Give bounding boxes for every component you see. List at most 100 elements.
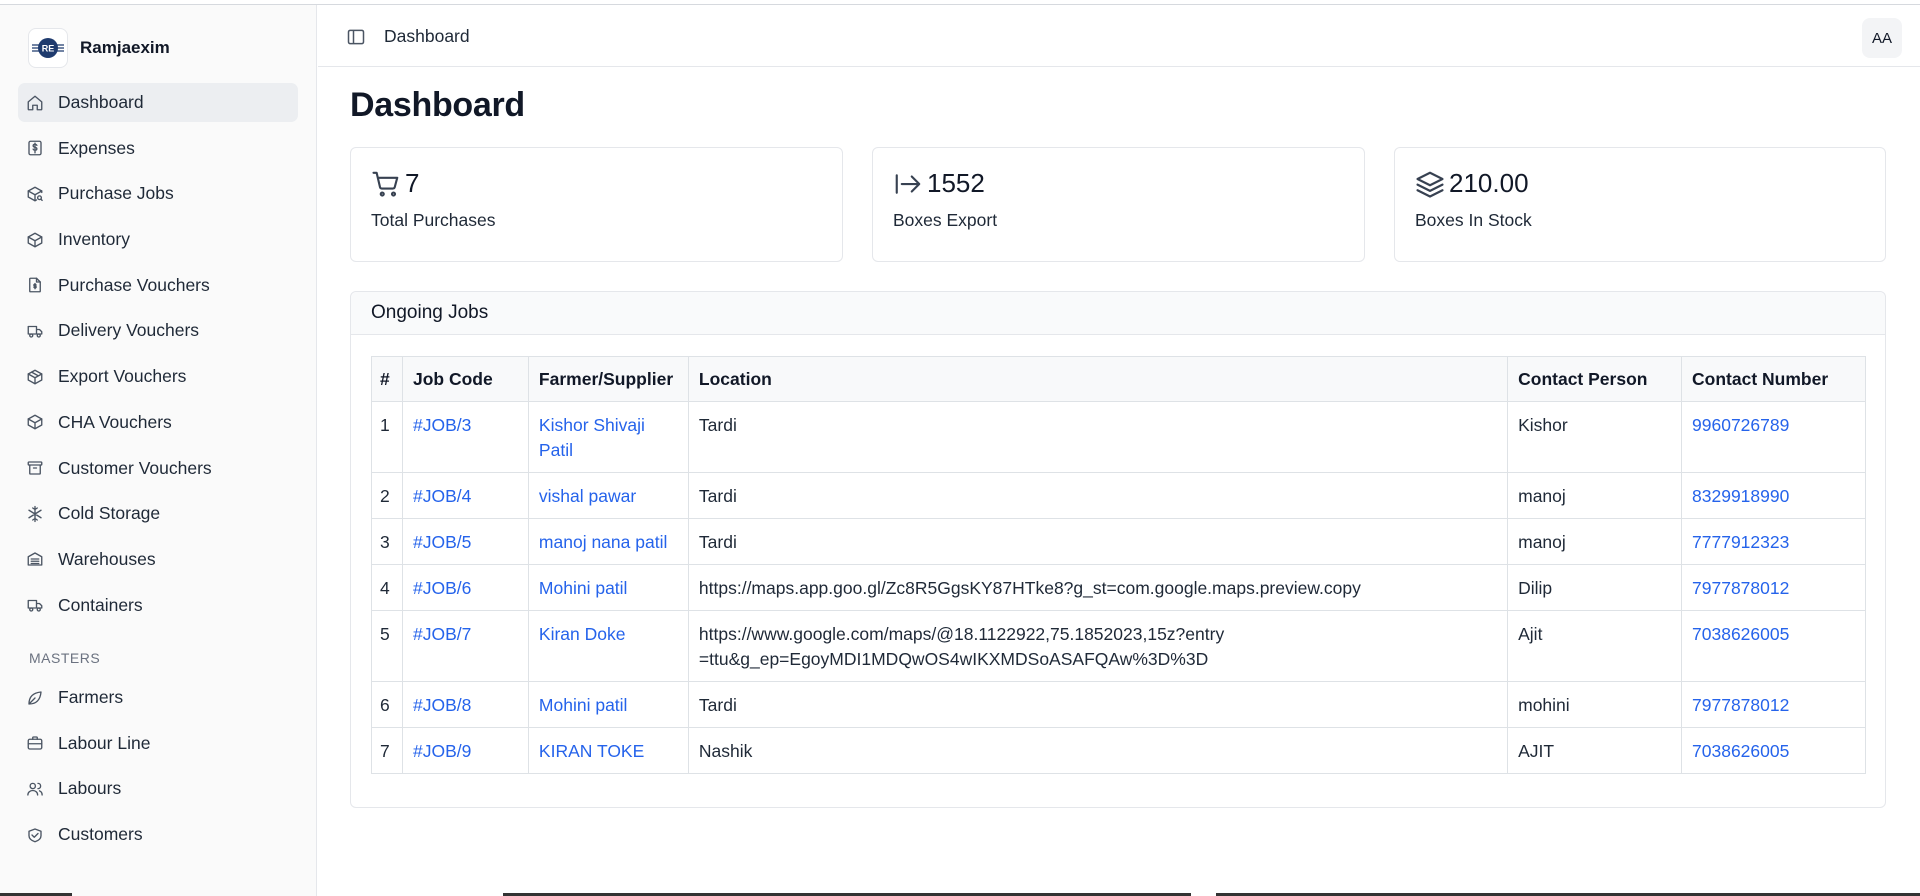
sidebar-item-containers[interactable]: Containers [18,586,298,625]
contact-person-cell: manoj [1507,472,1683,519]
ongoing-jobs-card: Ongoing Jobs # Job Code Farmer/Supplier … [350,291,1886,808]
job-code-cell: #JOB/9 [401,727,529,774]
stat-card-boxes-in-stock: 210.00 Boxes In Stock [1394,147,1886,262]
sidebar-item-purchase-vouchers[interactable]: Purchase Vouchers [18,266,298,305]
sidebar-toggle-button[interactable] [346,27,366,47]
sidebar-item-cold-storage[interactable]: Cold Storage [18,494,298,533]
stat-label: Boxes Export [893,210,998,230]
cart-icon [371,169,401,199]
leaf-icon [26,689,44,707]
truck-icon [26,596,44,614]
table-row: 6 #JOB/8 Mohini patil Tardi mohini 79778… [371,681,1866,728]
job-code-cell: #JOB/5 [401,518,529,565]
sidebar-item-delivery-vouchers[interactable]: Delivery Vouchers [18,311,298,350]
column-header: Job Code [401,356,529,402]
contact-number-cell: 7777912323 [1681,518,1866,565]
sidebar-item-dashboard[interactable]: Dashboard [18,83,298,122]
table-row: 5 #JOB/7 Kiran Doke https://www.google.c… [371,610,1866,682]
phone-link[interactable]: 7977878012 [1692,695,1789,715]
phone-link[interactable]: 8329918990 [1692,486,1789,506]
sidebar-item-label: Customer Vouchers [58,457,212,478]
row-number: 2 [371,472,403,519]
phone-link[interactable]: 9960726789 [1692,415,1789,435]
stat-label: Boxes In Stock [1415,210,1532,230]
phone-link[interactable]: 7777912323 [1692,532,1789,552]
file-dollar-icon [26,276,44,294]
farmer-link[interactable]: Kishor Shivaji Patil [539,415,645,460]
sidebar-item-labour-line[interactable]: Labour Line [18,724,298,763]
farmer-link[interactable]: Mohini patil [539,695,628,715]
farmer-link[interactable]: Kiran Doke [539,624,626,644]
job-code-link[interactable]: #JOB/5 [413,532,471,552]
row-number: 4 [371,564,403,611]
farmer-link[interactable]: KIRAN TOKE [539,741,644,761]
job-code-link[interactable]: #JOB/4 [413,486,471,506]
briefcase-icon [26,734,44,752]
sidebar-item-farmers[interactable]: Farmers [18,678,298,717]
package-search-icon [26,185,44,203]
sidebar-item-label: Delivery Vouchers [58,320,200,341]
sidebar-item-cha-vouchers[interactable]: CHA Vouchers [18,403,298,442]
job-code-link[interactable]: #JOB/8 [413,695,471,715]
panel-left-icon [347,29,365,45]
phone-link[interactable]: 7977878012 [1692,578,1789,598]
sidebar-item-label: Purchase Vouchers [58,274,210,295]
ongoing-jobs-title: Ongoing Jobs [351,292,1885,335]
column-header: # [371,356,403,402]
stat-value: 1552 [927,168,985,198]
farmer-link[interactable]: manoj nana patil [539,532,667,552]
location-cell: https://www.google.com/maps/@18.1122922,… [687,610,1509,682]
job-code-link[interactable]: #JOB/9 [413,741,471,761]
phone-link[interactable]: 7038626005 [1692,741,1789,761]
breadcrumb-title: Dashboard [384,26,470,46]
contact-number-cell: 8329918990 [1681,472,1866,519]
contact-person-cell: Dilip [1507,564,1683,611]
sidebar-item-label: Customers [58,824,143,845]
contact-number-cell: 9960726789 [1681,401,1866,473]
farmer-cell: vishal pawar [527,472,689,519]
job-code-link[interactable]: #JOB/6 [413,578,471,598]
stat-value: 210.00 [1449,168,1529,198]
handshake-icon [26,826,44,844]
sidebar-item-export-vouchers[interactable]: Export Vouchers [18,357,298,396]
farmer-link[interactable]: Mohini patil [539,578,628,598]
sidebar: RE Ramjaexim Dashboard Expenses Purchase… [0,5,317,896]
sidebar-item-label: Inventory [58,229,130,250]
phone-link[interactable]: 7038626005 [1692,624,1789,644]
sidebar-item-customer-vouchers[interactable]: Customer Vouchers [18,449,298,488]
contact-person-cell: Kishor [1507,401,1683,473]
package-export-icon [26,368,44,386]
box-icon [26,413,44,431]
table-header-row: # Job Code Farmer/Supplier Location Cont… [371,356,1866,402]
location-cell: Tardi [687,681,1509,728]
sidebar-item-label: Containers [58,594,143,615]
brand-name: Ramjaexim [80,38,170,57]
job-code-cell: #JOB/6 [401,564,529,611]
row-number: 1 [371,401,403,473]
job-code-link[interactable]: #JOB/3 [413,415,471,435]
job-code-link[interactable]: #JOB/7 [413,624,471,644]
sidebar-item-expenses[interactable]: Expenses [18,129,298,168]
sidebar-item-label: Cold Storage [58,503,161,524]
sidebar-item-inventory[interactable]: Inventory [18,220,298,259]
contact-number-cell: 7038626005 [1681,610,1866,682]
contact-person-cell: AJIT [1507,727,1683,774]
farmer-link[interactable]: vishal pawar [539,486,636,506]
farmer-cell: Kiran Doke [527,610,689,682]
user-avatar[interactable]: AA [1862,18,1902,58]
sidebar-item-warehouses[interactable]: Warehouses [18,540,298,579]
farmer-cell: Mohini patil [527,681,689,728]
sidebar-item-purchase-jobs[interactable]: Purchase Jobs [18,174,298,213]
farmer-cell: manoj nana patil [527,518,689,565]
sidebar-item-labours[interactable]: Labours [18,769,298,808]
sidebar-item-label: Labours [58,778,122,799]
brand[interactable]: RE Ramjaexim [28,28,170,68]
sidebar-item-customers[interactable]: Customers [18,815,298,854]
masters-section-label: MASTERS [29,650,101,666]
column-header: Location [687,356,1509,402]
stat-card-boxes-export: 1552 Boxes Export [872,147,1365,262]
sidebar-item-label: Expenses [58,137,135,158]
contact-number-cell: 7038626005 [1681,727,1866,774]
svg-text:RE: RE [42,44,55,54]
sidebar-item-label: Labour Line [58,732,151,753]
